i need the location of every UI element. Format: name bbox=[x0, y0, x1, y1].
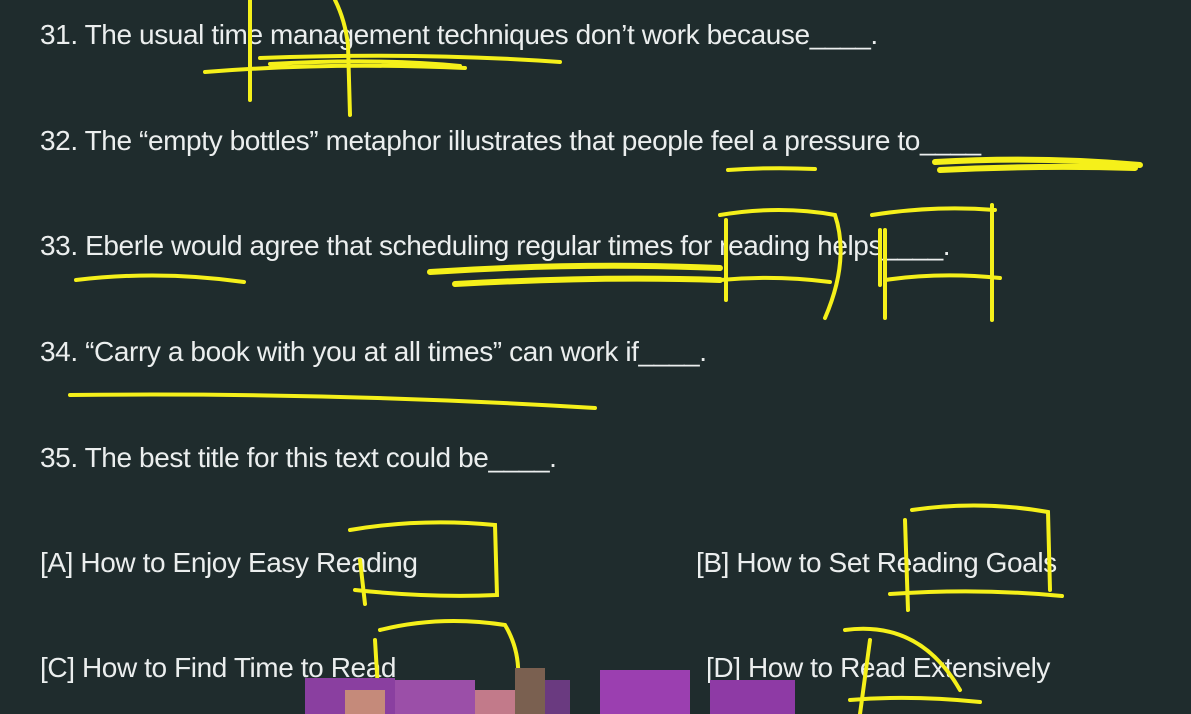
underline-33a bbox=[74, 273, 246, 284]
question-32: 32. The “empty bottles” metaphor illustr… bbox=[40, 125, 981, 156]
option-b: [B] How to Set Reading Goals bbox=[696, 547, 1057, 578]
question-31: 31. The usual time management techniques… bbox=[40, 19, 878, 50]
option-a: [A] How to Enjoy Easy Reading bbox=[40, 547, 418, 578]
underline-33b bbox=[427, 262, 723, 287]
underline-32b bbox=[932, 156, 1143, 173]
question-34: 34. “Carry a book with you at all times”… bbox=[40, 336, 707, 367]
underline-31 bbox=[203, 53, 562, 74]
underline-34 bbox=[68, 392, 597, 410]
underline-32a bbox=[726, 166, 817, 172]
question-35: 35. The best title for this text could b… bbox=[40, 442, 557, 473]
bracket-33a bbox=[718, 208, 843, 320]
question-33: 33. Eberle would agree that scheduling r… bbox=[40, 230, 951, 261]
